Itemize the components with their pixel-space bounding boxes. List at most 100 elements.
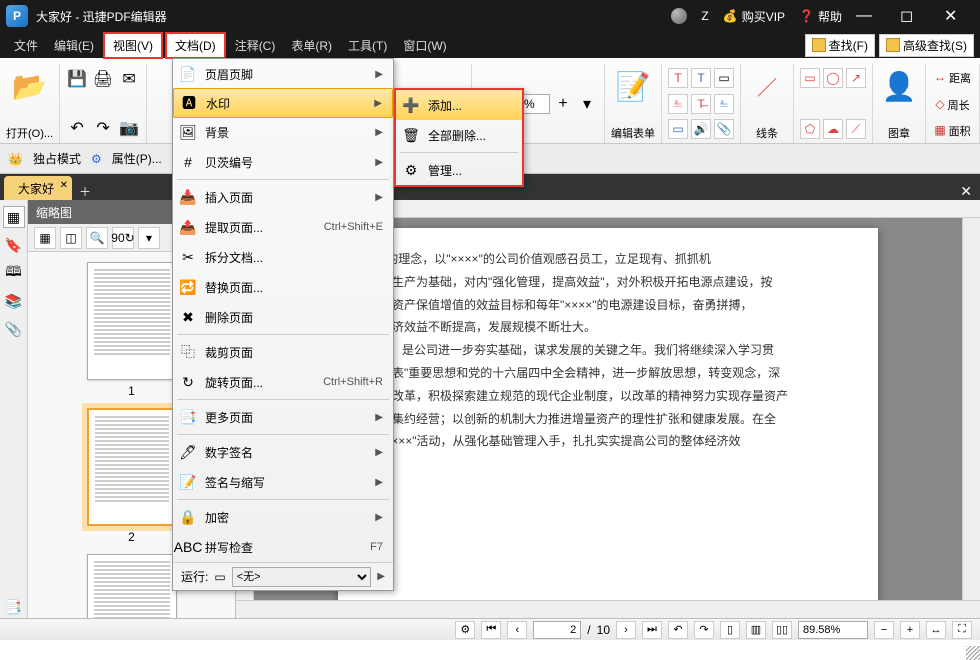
menu-item-更多页面[interactable]: 📑更多页面▶	[173, 402, 393, 432]
close-button[interactable]: ✕	[944, 6, 974, 26]
print-icon[interactable]: 🖨	[92, 68, 114, 90]
horizontal-scrollbar[interactable]	[236, 600, 980, 618]
user-label[interactable]: Z	[701, 9, 708, 23]
menu-item-插入页面[interactable]: 📥插入页面▶	[173, 182, 393, 212]
highlight-icon[interactable]: ⎁	[668, 94, 688, 114]
menu-file[interactable]: 文件	[6, 34, 46, 57]
run-select[interactable]: <无>	[232, 567, 372, 587]
polygon-icon[interactable]: ⬠	[800, 119, 820, 139]
tabs-close-all-icon[interactable]: ✕	[952, 183, 980, 200]
fit-width-icon[interactable]: ↔	[926, 621, 946, 639]
tab-add-icon[interactable]: ＋	[74, 183, 96, 200]
properties-button[interactable]: 属性(P)...	[112, 150, 162, 167]
menu-item-裁剪页面[interactable]: ⿻裁剪页面	[173, 337, 393, 367]
underline-icon[interactable]: ⎁	[714, 94, 734, 114]
polyline-icon[interactable]: ⟋	[846, 119, 866, 139]
stamp-icon[interactable]: 👤	[879, 66, 919, 106]
menu-tool[interactable]: 工具(T)	[340, 34, 395, 57]
prev-page-button[interactable]: ‹	[507, 621, 527, 639]
area-label[interactable]: 面积	[949, 123, 971, 139]
menu-item-背景[interactable]: 🖼背景▶	[173, 117, 393, 147]
vertical-scrollbar[interactable]	[962, 218, 980, 600]
menu-comment[interactable]: 注释(C)	[227, 34, 284, 57]
page-current-input[interactable]	[533, 621, 581, 639]
menu-item-水印[interactable]: 🅰水印▶	[173, 88, 393, 118]
menu-item-拆分文档...[interactable]: ✂拆分文档...	[173, 242, 393, 272]
distance-label[interactable]: 距离	[949, 70, 971, 86]
perimeter-label[interactable]: 周长	[948, 97, 970, 113]
open-folder-icon[interactable]: 📂	[10, 66, 50, 106]
audio-icon[interactable]: 🔊	[691, 119, 711, 139]
layout-facing-icon[interactable]: ▯▯	[772, 621, 792, 639]
fit-page-icon[interactable]: ⛶	[952, 621, 972, 639]
thumbnail-page-3[interactable]: 3	[87, 554, 177, 618]
submenu-item-添加...[interactable]: ➕添加...	[396, 90, 522, 120]
layers-tab-icon[interactable]: 📚	[3, 290, 25, 312]
text-box-icon[interactable]: T	[691, 68, 711, 88]
thumb-zoom-icon[interactable]: 🔍	[86, 227, 108, 249]
open-label[interactable]: 打开(O)...	[6, 125, 53, 141]
options-icon[interactable]: ⚙	[455, 621, 475, 639]
globe-icon[interactable]	[671, 8, 687, 24]
strike-icon[interactable]: T̶	[691, 94, 711, 114]
help-button[interactable]: ❓ 帮助	[799, 8, 842, 25]
zoom-percent-input[interactable]	[798, 621, 868, 639]
next-page-button[interactable]: ›	[616, 621, 636, 639]
history-tab-icon[interactable]: 🕮	[3, 262, 25, 284]
submenu-item-全部删除...[interactable]: 🗑全部删除...	[396, 120, 522, 150]
tab-document[interactable]: 大家好✕	[4, 176, 72, 200]
thumbnails-tab-icon[interactable]: ▦	[3, 206, 25, 228]
menu-item-删除页面[interactable]: ✖删除页面	[173, 302, 393, 332]
link-box-icon[interactable]: ▭	[668, 119, 688, 139]
arrow-icon[interactable]: ↗	[846, 68, 866, 88]
menu-item-拼写检查[interactable]: ABC拼写检查F7	[173, 532, 393, 562]
zoom-drop-icon[interactable]: ▾	[576, 93, 598, 115]
menu-item-替换页面...[interactable]: 🔁替换页面...	[173, 272, 393, 302]
nav-back-button[interactable]: ↶	[668, 621, 688, 639]
menu-item-加密[interactable]: 🔒加密▶	[173, 502, 393, 532]
save-icon[interactable]: 💾	[66, 68, 88, 90]
edit-form-label[interactable]: 编辑表单	[611, 125, 655, 141]
circle-icon[interactable]: ◯	[823, 68, 843, 88]
menu-item-贝茨编号[interactable]: #贝茨编号▶	[173, 147, 393, 177]
copy-pages-icon[interactable]: 📑	[3, 596, 25, 618]
attachments-tab-icon[interactable]: 📎	[3, 318, 25, 340]
eraser-icon[interactable]: ▭	[714, 68, 734, 88]
thumbnail-page-2[interactable]: 2	[87, 408, 177, 544]
rect-icon[interactable]: ▭	[800, 68, 820, 88]
menu-item-签名与缩写[interactable]: 📝签名与缩写▶	[173, 467, 393, 497]
menu-window[interactable]: 窗口(W)	[395, 34, 454, 57]
scan-icon[interactable]: 📷	[118, 117, 140, 139]
undo-icon[interactable]: ↶	[66, 117, 88, 139]
tab-close-icon[interactable]: ✕	[60, 180, 68, 191]
submenu-item-管理...[interactable]: ⚙管理...	[396, 155, 522, 185]
menu-item-旋转页面...[interactable]: ↻旋转页面...Ctrl+Shift+R	[173, 367, 393, 397]
menu-edit[interactable]: 编辑(E)	[46, 34, 102, 57]
menu-form[interactable]: 表单(R)	[283, 34, 340, 57]
edit-form-icon[interactable]: 📝	[613, 66, 653, 106]
line-label[interactable]: 线条	[756, 125, 778, 141]
menu-item-页眉页脚[interactable]: 📄页眉页脚▶	[173, 59, 393, 89]
nav-fwd-button[interactable]: ↷	[694, 621, 714, 639]
thumb-tool-2[interactable]: ◫	[60, 227, 82, 249]
thumb-tool-1[interactable]: ▦	[34, 227, 56, 249]
cloud-icon[interactable]: ☁	[823, 119, 843, 139]
menu-document[interactable]: 文档(D)	[165, 32, 226, 59]
text-tool-icon[interactable]: T	[668, 68, 688, 88]
minimize-button[interactable]: —	[856, 7, 886, 25]
zoom-out-status-icon[interactable]: −	[874, 621, 894, 639]
resize-grip[interactable]	[966, 646, 980, 660]
thumb-rotate-icon[interactable]: 90↻	[112, 227, 134, 249]
adv-find-button[interactable]: 高级查找(S)	[879, 34, 974, 57]
find-button[interactable]: 查找(F)	[805, 34, 875, 57]
thumb-more-icon[interactable]: ▾	[138, 227, 160, 249]
last-page-button[interactable]: ⏭	[642, 621, 662, 639]
stamp-label[interactable]: 图章	[888, 125, 910, 141]
first-page-button[interactable]: ⏮	[481, 621, 501, 639]
menu-item-提取页面...[interactable]: 📤提取页面...Ctrl+Shift+E	[173, 212, 393, 242]
zoom-in-status-icon[interactable]: +	[900, 621, 920, 639]
attach-icon[interactable]: 📎	[714, 119, 734, 139]
thumbnail-page-1[interactable]: 1	[87, 262, 177, 398]
menu-view[interactable]: 视图(V)	[103, 32, 163, 59]
redo-icon[interactable]: ↷	[92, 117, 114, 139]
